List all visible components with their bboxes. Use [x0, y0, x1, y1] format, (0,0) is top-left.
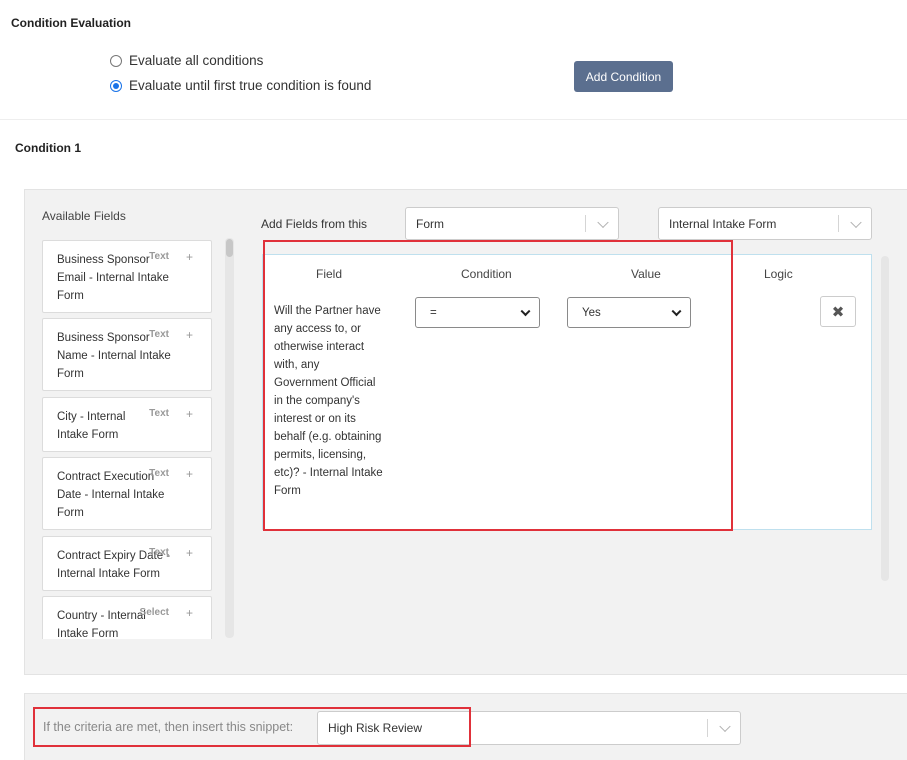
- rule-value-select[interactable]: Yes: [567, 297, 691, 328]
- available-field-name: City - Internal Intake Form: [57, 411, 126, 441]
- chevron-down-icon[interactable]: [597, 216, 609, 228]
- evaluate-until-true-radio[interactable]: [110, 79, 122, 92]
- condition-evaluation-title: Condition Evaluation: [11, 16, 131, 30]
- add-field-icon[interactable]: +: [186, 467, 193, 481]
- available-field-type: Text: [149, 547, 169, 558]
- snippet-value: High Risk Review: [328, 721, 423, 735]
- available-fields-list: Business Sponsor Email - Internal Intake…: [42, 240, 214, 639]
- evaluate-all-radio[interactable]: [110, 54, 122, 67]
- add-field-icon[interactable]: +: [186, 606, 193, 620]
- available-field-type: Text: [149, 251, 169, 262]
- available-fields-scrollbar[interactable]: [225, 238, 234, 638]
- section-divider: [0, 119, 907, 120]
- source-type-select[interactable]: Form: [405, 207, 619, 240]
- add-field-icon[interactable]: +: [186, 328, 193, 342]
- add-fields-label: Add Fields from this: [261, 217, 368, 231]
- available-fields-title: Available Fields: [42, 209, 126, 223]
- available-field-type: Text: [149, 408, 169, 419]
- field-column-header: Field: [316, 267, 343, 281]
- chevron-down-icon[interactable]: [719, 720, 731, 733]
- available-field-name: Contract Expiry Date - Internal Intake F…: [57, 550, 171, 580]
- snippet-select[interactable]: High Risk Review: [317, 711, 741, 745]
- chevron-down-icon[interactable]: [850, 216, 862, 228]
- remove-rule-button[interactable]: ✖: [820, 296, 856, 327]
- rule-field-text: Will the Partner have any access to, or …: [274, 305, 383, 497]
- source-type-value: Form: [416, 216, 444, 231]
- available-field-item[interactable]: Country - Internal Intake Form Select +: [42, 596, 212, 639]
- add-field-icon[interactable]: +: [186, 250, 193, 264]
- rule-condition-select[interactable]: =: [415, 297, 540, 328]
- chevron-down-icon[interactable]: [520, 305, 531, 316]
- available-fields-scroll-thumb[interactable]: [226, 239, 233, 257]
- available-field-type: Text: [149, 468, 169, 479]
- select-separator: [585, 215, 586, 232]
- evaluate-all-option[interactable]: Evaluate all conditions: [110, 53, 263, 68]
- available-field-item[interactable]: Business Sponsor Name - Internal Intake …: [42, 318, 212, 391]
- available-field-type: Text: [149, 329, 169, 340]
- snippet-label: If the criteria are met, then insert thi…: [43, 720, 294, 734]
- select-separator: [838, 215, 839, 232]
- available-field-item[interactable]: Contract Expiry Date - Internal Intake F…: [42, 536, 212, 591]
- available-field-type: Select: [139, 607, 169, 618]
- chevron-down-icon[interactable]: [671, 305, 682, 316]
- available-field-item[interactable]: Business Sponsor Email - Internal Intake…: [42, 240, 212, 313]
- evaluate-until-true-option[interactable]: Evaluate until first true condition is f…: [110, 78, 371, 93]
- rule-condition-value: =: [430, 306, 437, 319]
- value-column-header: Value: [631, 267, 661, 281]
- evaluate-until-true-label: Evaluate until first true condition is f…: [129, 78, 372, 93]
- condition-title: Condition 1: [15, 141, 81, 155]
- source-form-select[interactable]: Internal Intake Form: [658, 207, 872, 240]
- available-field-item[interactable]: City - Internal Intake Form Text +: [42, 397, 212, 452]
- available-field-item[interactable]: Contract Execution Date - Internal Intak…: [42, 457, 212, 530]
- add-field-icon[interactable]: +: [186, 407, 193, 421]
- add-condition-button[interactable]: Add Condition: [574, 61, 673, 92]
- rule-table-scrollbar[interactable]: [881, 256, 889, 581]
- condition-column-header: Condition: [461, 267, 512, 281]
- rule-value-value: Yes: [582, 306, 601, 319]
- evaluate-all-label: Evaluate all conditions: [129, 53, 264, 68]
- source-form-value: Internal Intake Form: [669, 216, 777, 231]
- close-icon: ✖: [831, 303, 845, 321]
- select-separator: [707, 719, 708, 737]
- logic-column-header: Logic: [764, 267, 793, 281]
- add-field-icon[interactable]: +: [186, 546, 193, 560]
